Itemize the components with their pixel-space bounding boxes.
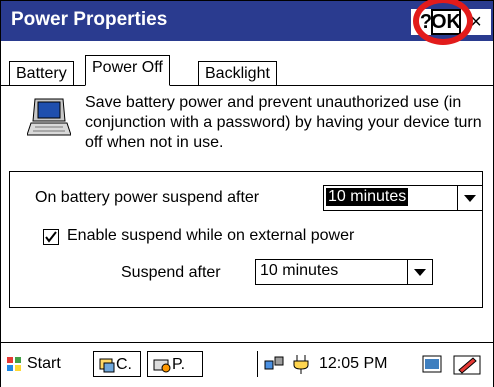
battery-suspend-value: 10 minutes [326, 188, 409, 206]
network-icon[interactable] [263, 351, 285, 377]
description-text: Save battery power and prevent unauthori… [85, 94, 482, 151]
tray-divider [257, 351, 258, 377]
window-title: Power Properties [11, 9, 168, 30]
checkmark-icon [45, 231, 57, 243]
tab-power-off[interactable]: Power Off [85, 55, 170, 86]
taskbar: Start C. P. 12:05 PM [1, 342, 493, 387]
chevron-down-icon[interactable] [407, 260, 432, 284]
title-bar: Power Properties ? OK × [1, 0, 493, 45]
tab-bar: Battery Power Off Backlight [1, 53, 493, 86]
tab-backlight[interactable]: Backlight [198, 61, 277, 85]
power-icon [153, 359, 171, 373]
desktop-icon[interactable] [421, 351, 443, 377]
tab-divider [1, 85, 493, 86]
start-button[interactable]: Start [5, 351, 61, 377]
ok-highlight-circle [413, 0, 473, 45]
input-panel-icon[interactable] [453, 351, 481, 377]
external-suspend-value: 10 minutes [260, 262, 339, 279]
suspend-after-label: Suspend after [121, 264, 221, 281]
clock[interactable]: 12:05 PM [319, 351, 387, 377]
task-2-label: P. [172, 356, 186, 373]
external-suspend-select[interactable]: 10 minutes [255, 259, 433, 285]
external-power-checkbox[interactable] [43, 229, 59, 245]
battery-suspend-label: On battery power suspend after [35, 189, 260, 206]
laptop-icon [26, 95, 72, 139]
chevron-down-icon[interactable] [457, 186, 482, 210]
external-power-label: Enable suspend while on external power [67, 227, 355, 244]
windows-flag-icon [7, 356, 21, 371]
start-label: Start [27, 355, 61, 372]
battery-suspend-select[interactable]: 10 minutes [323, 185, 483, 211]
taskbar-task-power[interactable]: P. [147, 351, 203, 377]
power-properties-window: Power Properties ? OK × Battery Power Of… [0, 0, 494, 387]
task-1-label: C. [116, 356, 132, 373]
taskbar-task-control-panel[interactable]: C. [93, 351, 141, 377]
tab-battery[interactable]: Battery [9, 61, 74, 85]
power-plug-icon[interactable] [291, 351, 311, 377]
control-panel-icon [99, 358, 115, 373]
